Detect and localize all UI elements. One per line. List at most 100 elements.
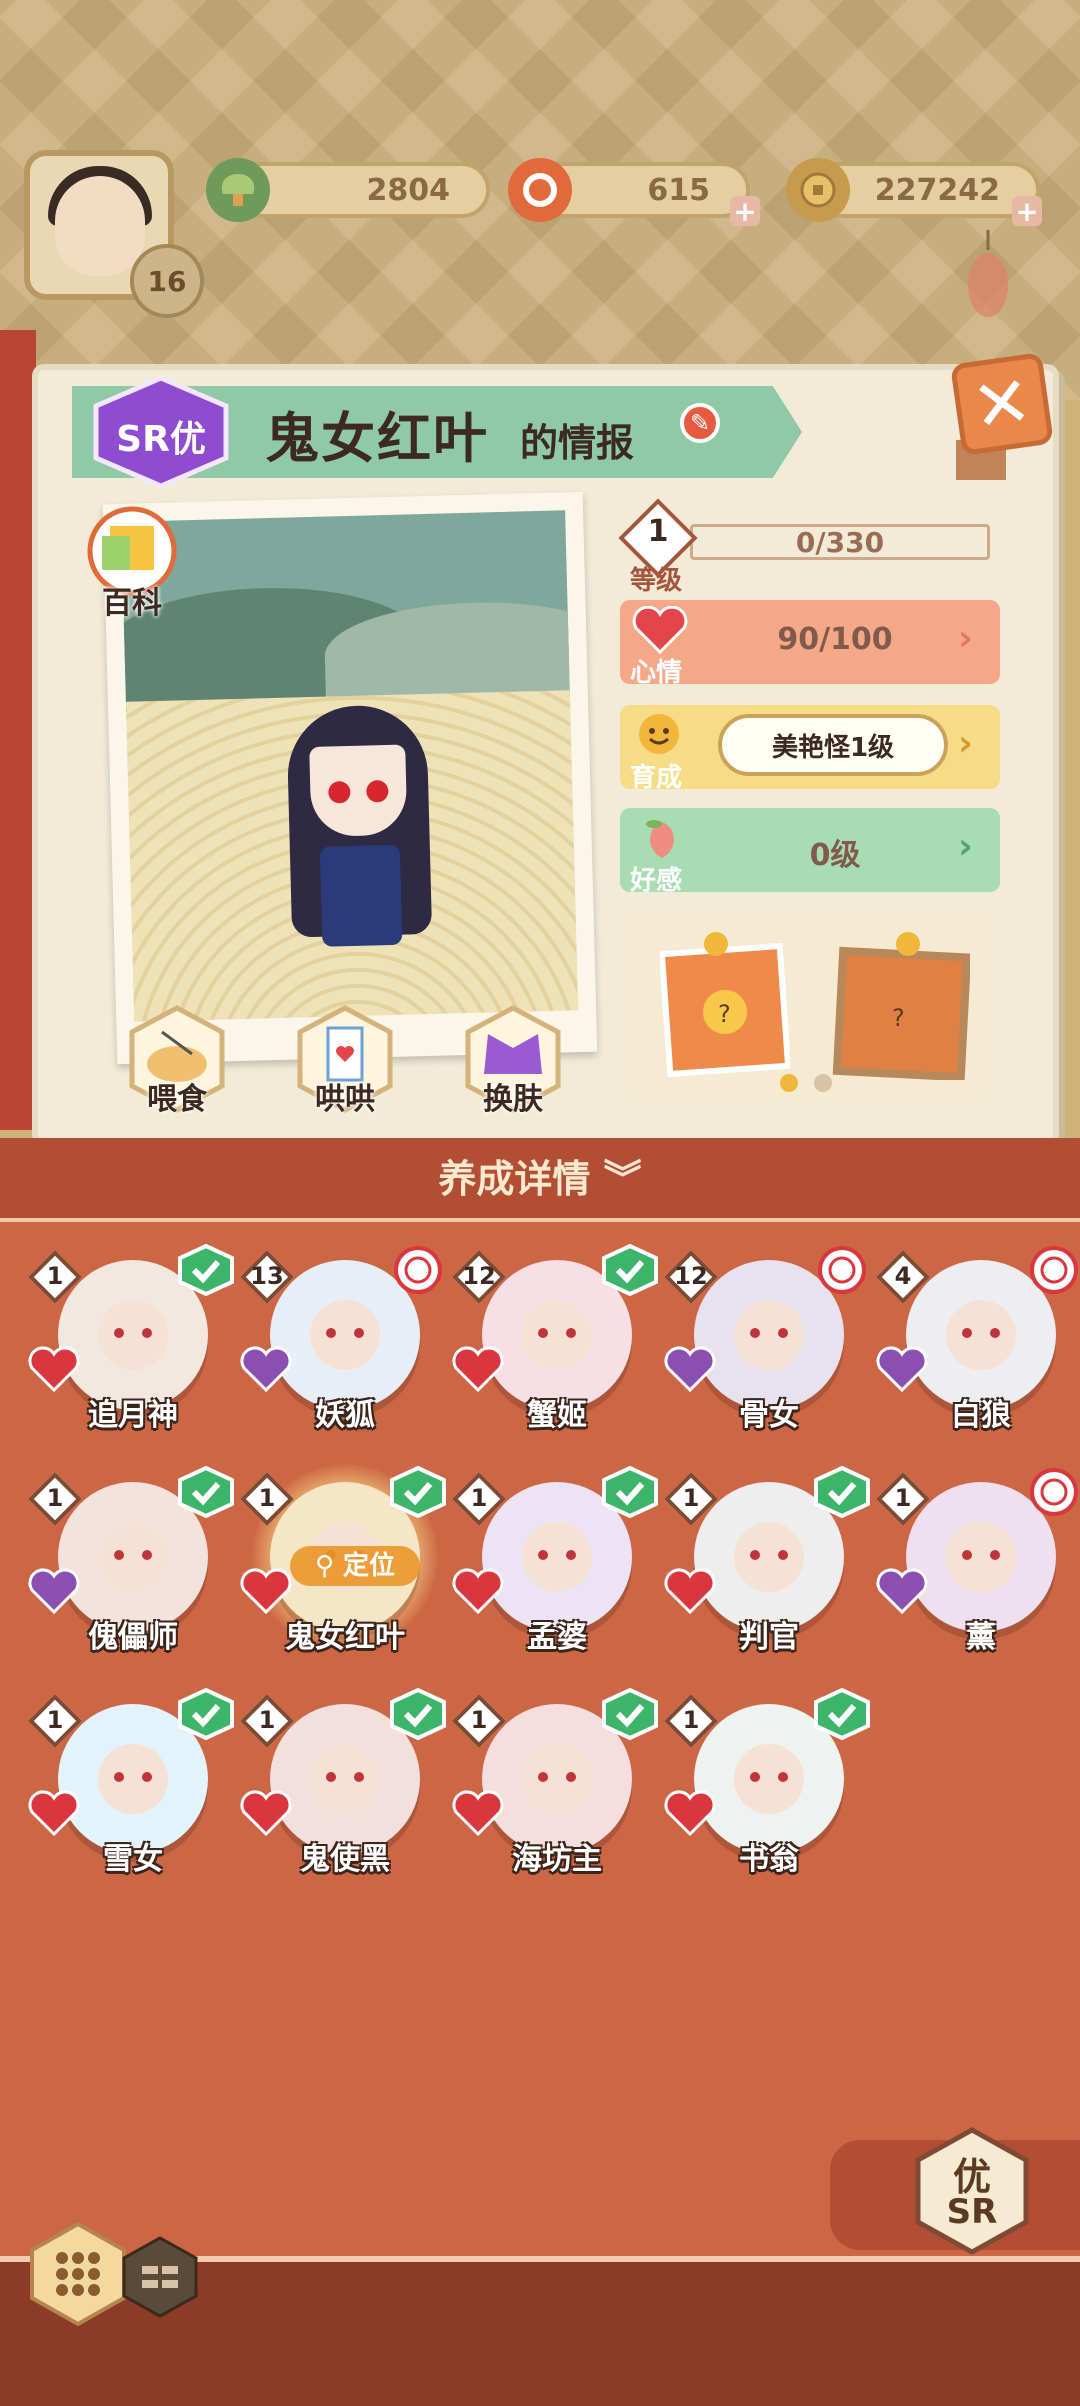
check-icon [602, 1687, 658, 1741]
shikigami-tile[interactable]: 4 白狼 [876, 1240, 1078, 1460]
shikigami-level: 12 [462, 1262, 496, 1290]
check-icon [178, 1465, 234, 1519]
details-title-text: 养成详情 [438, 1157, 591, 1201]
shikigami-tile[interactable]: 1 判官 [664, 1462, 870, 1682]
status-ring-icon [390, 1244, 446, 1296]
mood-chevron-icon: › [958, 618, 973, 659]
level-label: 等级 [630, 566, 683, 596]
shikigami-tile[interactable]: 1 雪女 [28, 1684, 234, 1904]
page-dot-active[interactable] [780, 1074, 798, 1092]
shikigami-level-badge: 1 [28, 1472, 82, 1526]
heart-icon [876, 1568, 928, 1616]
shikigami-level-badge: 12 [452, 1250, 506, 1304]
shikigami-tile[interactable]: 1 书翁 [664, 1684, 870, 1904]
heart-icon [28, 1346, 80, 1394]
affinity-chevron-icon: › [958, 826, 973, 867]
add-stamina-button[interactable]: + [730, 195, 760, 228]
shikigami-tile[interactable]: 1 追月神 [28, 1240, 234, 1460]
exp-bar: 0/330 [690, 524, 990, 560]
coax-button[interactable]: 哄哄 [290, 1004, 400, 1117]
shikigami-level-badge: 1 [876, 1472, 930, 1526]
shikigami-level: 1 [46, 1484, 64, 1512]
grid-view-icon[interactable] [30, 2221, 126, 2327]
growth-smile-icon [634, 709, 684, 759]
heart-icon [452, 1346, 504, 1394]
list-view-icon[interactable] [122, 2236, 198, 2318]
shikigami-level-badge: 1 [28, 1694, 82, 1748]
change-skin-label: 换肤 [483, 1082, 543, 1117]
page-dot[interactable] [814, 1074, 832, 1092]
shikigami-level: 1 [470, 1484, 488, 1512]
koi-ornament-icon [958, 230, 1018, 330]
stamina-icon [508, 158, 572, 222]
shikigami-tile[interactable]: 1 海坊主 [452, 1684, 658, 1904]
jade-value: 2804 [366, 172, 451, 208]
shikigami-name: 追月神 [88, 1398, 178, 1433]
encyclopedia-button[interactable]: 百科 [82, 506, 198, 621]
book-spine [0, 330, 36, 1130]
close-button[interactable]: ✕ [950, 352, 1054, 456]
locate-label: 定位 [343, 1551, 396, 1581]
check-icon [602, 1465, 658, 1519]
heart-icon [664, 1790, 716, 1838]
shikigami-tile[interactable]: 12 骨女 [664, 1240, 866, 1460]
shikigami-name: 妖狐 [315, 1398, 375, 1433]
rarity-sort-button[interactable]: 优 SR [912, 2126, 1032, 2256]
rarity-badge: SR优 [86, 375, 236, 489]
add-coin-button[interactable]: + [1012, 195, 1042, 228]
svg-text:?: ? [718, 1000, 731, 1028]
heart-icon [452, 1568, 504, 1616]
shikigami-level: 13 [250, 1262, 284, 1290]
details-title[interactable]: 养成详情 ︾ [0, 1148, 1080, 1203]
shikigami-tile[interactable]: 1薰 [876, 1462, 1078, 1682]
shikigami-level-badge: 1 [452, 1694, 506, 1748]
heart-icon [876, 1346, 928, 1394]
player-level-badge: 16 [130, 244, 204, 318]
coax-label: 哄哄 [315, 1082, 375, 1117]
shikigami-name: 骨女 [739, 1398, 799, 1433]
heart-icon [28, 1568, 80, 1616]
locate-badge[interactable]: ⚲ 定位 [290, 1546, 420, 1586]
coin-icon [786, 158, 850, 222]
double-chevron-down-icon: ︾ [603, 1157, 642, 1201]
affinity-label: 好感 [630, 866, 683, 896]
shikigami-name: 海坊主 [512, 1842, 602, 1877]
check-icon [390, 1465, 446, 1519]
shikigami-level-badge: 1 [28, 1250, 82, 1304]
affinity-row[interactable]: 好感 0级 › [620, 808, 1000, 896]
shikigami-tile[interactable]: 1 鬼使黑 [240, 1684, 446, 1904]
character-title-suffix: 的情报 [520, 421, 635, 465]
rarity-text: SR优 [116, 419, 206, 460]
heart-icon [240, 1346, 292, 1394]
check-icon [178, 1243, 234, 1297]
shikigami-tile[interactable]: ⚲ 定位 1 鬼女红叶 [240, 1462, 446, 1682]
shikigami-level: 1 [46, 1706, 64, 1734]
mystery-card-1[interactable]: ? [658, 930, 792, 1080]
shikigami-tile[interactable]: 1 孟婆 [452, 1462, 658, 1682]
check-icon [390, 1687, 446, 1741]
exp-value: 0/330 [795, 525, 885, 559]
change-skin-button[interactable]: 换肤 [458, 1004, 568, 1117]
shikigami-tile[interactable]: 1 傀儡师 [28, 1462, 234, 1682]
character-figure[interactable] [276, 703, 442, 958]
shikigami-level-badge: 4 [876, 1250, 930, 1304]
feed-button[interactable]: 喂食 [122, 1004, 232, 1117]
heart-icon [630, 605, 690, 656]
shikigami-name: 薰 [966, 1620, 996, 1655]
heart-icon [452, 1790, 504, 1838]
growth-value-pill[interactable]: 美艳怪1级 [718, 714, 948, 776]
shikigami-level: 1 [682, 1706, 700, 1734]
shikigami-level: 1 [682, 1484, 700, 1512]
heart-icon [664, 1568, 716, 1616]
mood-row[interactable]: 心情 90/100 › [620, 600, 1000, 688]
affinity-value: 0级 [809, 838, 861, 873]
shikigami-name: 孟婆 [527, 1620, 587, 1655]
shikigami-name: 蟹姬 [527, 1398, 587, 1433]
mystery-card-2[interactable]: ? [830, 930, 972, 1082]
shikigami-tile[interactable]: 12 蟹姬 [452, 1240, 658, 1460]
edit-icon[interactable]: ✎ [680, 403, 720, 443]
shikigami-level: 1 [258, 1706, 276, 1734]
shikigami-level-badge: 1 [240, 1694, 294, 1748]
shikigami-tile[interactable]: 13 妖狐 [240, 1240, 442, 1460]
encyclopedia-label: 百科 [102, 586, 162, 621]
